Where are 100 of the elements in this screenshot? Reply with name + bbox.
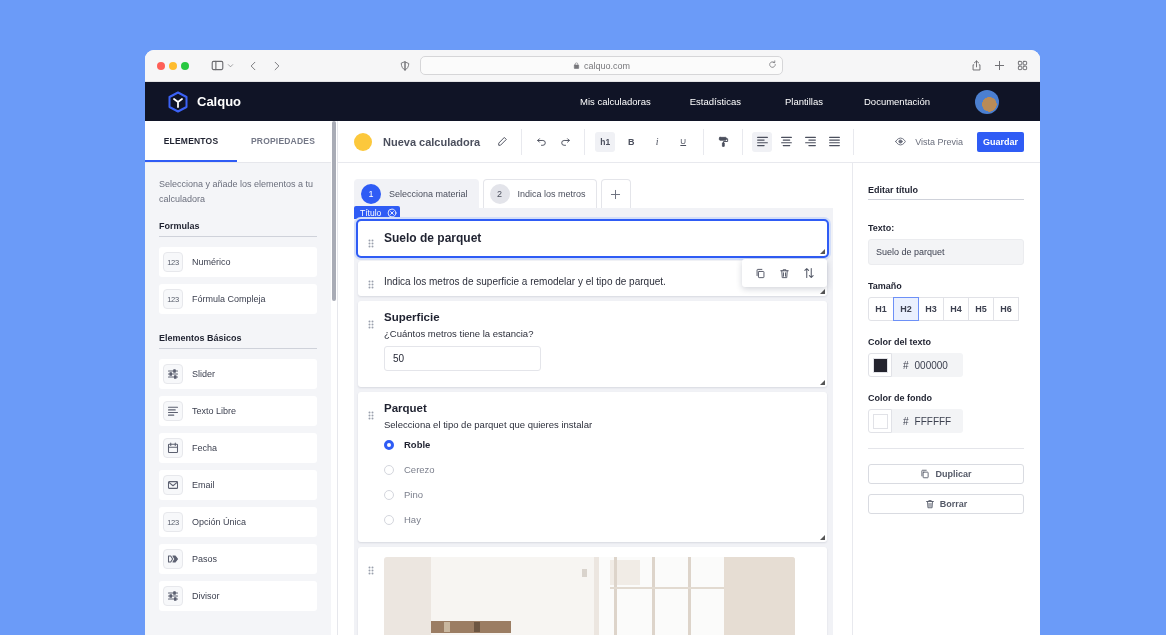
size-option[interactable]: H4 <box>943 297 969 321</box>
tabs-grid-icon <box>1017 60 1028 71</box>
element-label: Pasos <box>192 554 217 564</box>
text-lines-icon <box>167 405 179 417</box>
section-title: Elementos Básicos <box>159 333 317 349</box>
paragraph-text: Indica los metros de superficie a remodelar y el tipo de parquet. <box>384 275 666 289</box>
field-label: Color del texto <box>868 337 932 347</box>
radio-option[interactable]: Cerezo <box>384 457 815 482</box>
brand-name: Calquo <box>197 94 242 109</box>
element-label: Fecha <box>192 443 217 453</box>
block-title: Parquet <box>384 402 428 414</box>
panel-heading: Editar título <box>868 185 1024 200</box>
element-label: Divisor <box>192 591 220 601</box>
section-title: Formulas <box>159 221 317 237</box>
shield-icon <box>400 60 410 71</box>
save-button[interactable]: Guardar <box>977 131 1024 152</box>
field-label: Tamaño <box>868 281 903 291</box>
calculator-title: Nueva calculadora <box>383 135 481 148</box>
question-text: Selecciona el tipo de parquet que quieres instalar <box>384 419 594 430</box>
back-icon <box>248 60 258 71</box>
resize-handle-icon[interactable] <box>820 535 825 540</box>
avatar[interactable] <box>975 89 999 114</box>
drag-handle-icon <box>368 280 374 289</box>
sliders-icon <box>167 368 179 380</box>
element-label: Slider <box>192 369 215 379</box>
radio-option[interactable]: Pino <box>384 482 815 507</box>
nav-link[interactable]: Documentación <box>864 96 930 107</box>
size-option[interactable]: H6 <box>993 297 1019 321</box>
plus-icon <box>994 60 1005 71</box>
nav-link[interactable]: Mis calculadoras <box>580 96 651 107</box>
chevron-down-icon <box>227 62 234 69</box>
size-option[interactable]: H3 <box>918 297 944 321</box>
format-button[interactable]: U <box>673 131 694 152</box>
calendar-icon <box>167 442 179 454</box>
preview-button[interactable]: Vista Previa <box>893 136 963 147</box>
resize-handle-icon[interactable] <box>820 249 825 254</box>
scrollbar-thumb[interactable] <box>332 121 336 301</box>
element-label: Email <box>192 480 215 490</box>
number-block[interactable]: Superficie ¿Cuántos metros tiene la estancia? 50 <box>358 301 827 387</box>
number-input[interactable]: 50 <box>384 346 541 371</box>
element-item[interactable]: Email <box>159 470 317 500</box>
size-option[interactable]: H5 <box>968 297 994 321</box>
field-label: Color de fondo <box>868 393 933 403</box>
forward-icon <box>272 60 282 71</box>
sliders-icon <box>167 590 179 602</box>
format-button[interactable]: i <box>647 131 668 152</box>
logo-icon <box>168 90 188 113</box>
field-label: Texto: <box>868 223 896 233</box>
block-title: Superficie <box>384 311 441 323</box>
hex-field[interactable]: # FFFFFF <box>892 409 963 433</box>
step-tab[interactable]: 1 Selecciona material <box>354 179 479 208</box>
tag-label: Título <box>360 207 382 218</box>
drag-handle-icon <box>368 239 374 248</box>
copy-icon <box>920 469 931 479</box>
element-label: Fórmula Compleja <box>192 294 266 304</box>
element-item[interactable]: Pasos <box>159 544 317 574</box>
sidebar-tab[interactable]: ELEMENTOS <box>145 121 237 162</box>
sidebar-description: Selecciona y añade los elementos a tu calculadora <box>159 178 315 206</box>
sidebar-icon <box>211 59 224 72</box>
steps-icon <box>167 553 179 565</box>
resize-handle-icon[interactable] <box>820 289 825 294</box>
drag-handle-icon <box>368 320 374 329</box>
radio-option[interactable]: Roble <box>384 432 815 457</box>
nav-link[interactable]: Plantillas <box>784 96 823 107</box>
element-label: Numérico <box>192 257 231 267</box>
sidebar-tab[interactable]: PROPIEDADES <box>237 121 329 162</box>
nav-link[interactable]: Estadísticas <box>689 96 741 107</box>
image-block[interactable] <box>358 547 827 635</box>
delete-button[interactable]: Borrar <box>868 494 1024 514</box>
reload-icon <box>768 60 777 69</box>
eye-icon <box>893 136 909 147</box>
close-icon <box>387 207 398 218</box>
close-window-control[interactable] <box>157 61 165 70</box>
radio-option[interactable]: Hay <box>384 507 815 532</box>
size-option[interactable]: H1 <box>868 297 894 321</box>
size-option[interactable]: H2 <box>893 297 919 321</box>
element-item[interactable]: Divisor <box>159 581 317 611</box>
question-text: ¿Cuántos metros tiene la estancia? <box>384 328 535 339</box>
element-item[interactable]: Fecha <box>159 433 317 463</box>
element-label: Texto Libre <box>192 406 237 416</box>
text-field[interactable]: Suelo de parquet <box>868 239 1024 265</box>
format-button[interactable]: h1 <box>595 131 616 152</box>
address-bar[interactable]: calquo.com <box>420 56 783 75</box>
drag-handle-icon <box>368 566 374 575</box>
choice-block[interactable]: Parquet Selecciona el tipo de parquet que quieres instalar Roble Cerezo Pino Hay <box>358 392 827 542</box>
element-item[interactable]: Texto Libre <box>159 396 317 426</box>
align-button[interactable] <box>752 131 773 152</box>
color-dot[interactable] <box>354 132 372 151</box>
drag-handle-icon <box>368 411 374 420</box>
block-title: Suelo de parquet <box>384 230 483 246</box>
envelope-icon <box>167 479 179 491</box>
element-label: Opción Única <box>192 517 247 527</box>
share-icon <box>971 60 982 71</box>
step-tab[interactable]: 2 Indica los metros <box>482 179 597 208</box>
duplicate-button[interactable]: Duplicar <box>868 464 1024 484</box>
hex-field[interactable]: # 000000 <box>892 353 963 377</box>
format-button[interactable]: B <box>621 131 642 152</box>
resize-handle-icon[interactable] <box>820 380 825 385</box>
scrollbar[interactable] <box>331 121 338 635</box>
element-item[interactable]: Slider <box>159 359 317 389</box>
